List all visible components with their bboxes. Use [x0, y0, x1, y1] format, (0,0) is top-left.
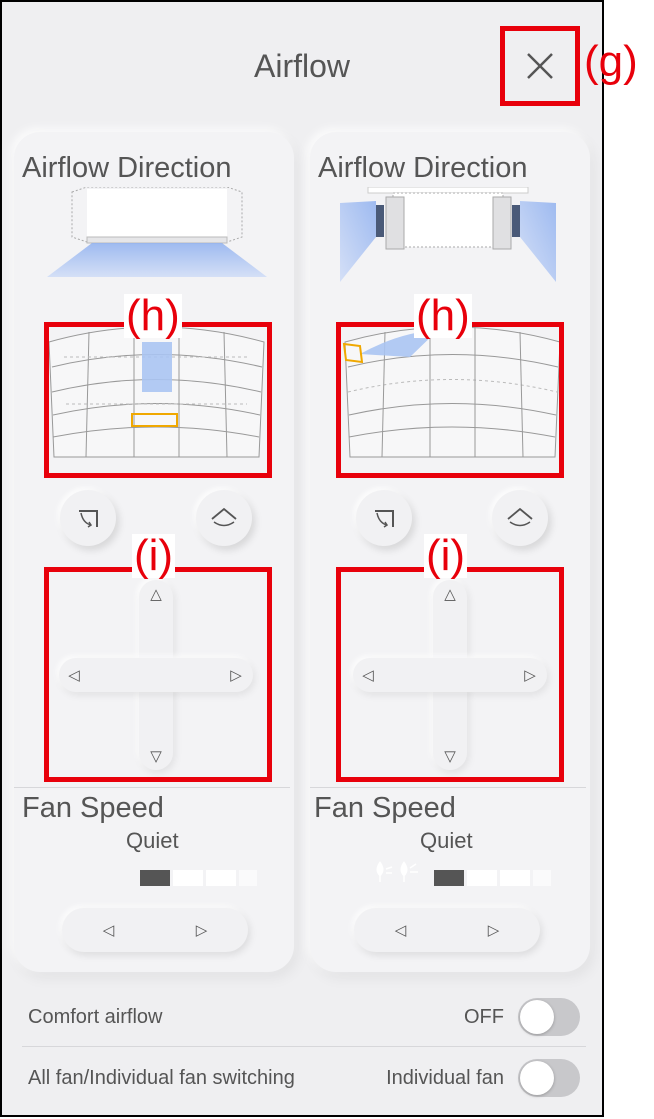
fan-switching-row: All fan/Individual fan switching Individ… — [28, 1058, 580, 1098]
callout-i-left: (i) — [132, 531, 176, 580]
fan-speed-level — [434, 870, 551, 886]
fan-speed-decrease-button[interactable]: ◁ — [62, 908, 155, 952]
divider — [22, 1046, 586, 1047]
louver-highlight-right — [336, 322, 564, 478]
fan-speed-stepper: ◁ ▷ — [62, 908, 248, 952]
louver-highlight-left — [44, 322, 272, 478]
swing-horizontal-icon — [211, 507, 237, 527]
fan-switching-status: Individual fan — [386, 1066, 504, 1089]
fan-speed-increase-button[interactable]: ▷ — [155, 908, 248, 952]
divider — [310, 787, 586, 788]
swing-vertical-button[interactable] — [60, 490, 116, 546]
dpad-highlight-right — [336, 567, 564, 782]
close-icon — [527, 53, 553, 79]
fan-speed-value: Quiet — [420, 828, 473, 853]
swing-vertical-icon — [375, 510, 394, 528]
callout-i-right: (i) — [424, 531, 468, 580]
comfort-airflow-row: Comfort airflow OFF — [28, 997, 580, 1037]
ceiling-unit-illustration — [340, 187, 556, 282]
close-button[interactable] — [500, 26, 580, 106]
comfort-airflow-toggle[interactable] — [518, 998, 580, 1036]
comfort-airflow-status: OFF — [464, 1005, 504, 1028]
fan-switching-toggle[interactable] — [518, 1059, 580, 1097]
fan-speed-label: Fan Speed — [314, 792, 456, 824]
fan-speed-label: Fan Speed — [22, 792, 164, 824]
fan-switching-label: All fan/Individual fan switching — [28, 1066, 295, 1089]
swing-horizontal-button[interactable] — [196, 490, 252, 546]
swing-vertical-icon — [79, 510, 98, 528]
divider — [14, 787, 290, 788]
fan-speed-level — [140, 870, 257, 886]
callout-h-left: (h) — [124, 291, 182, 340]
ac-unit-illustration — [47, 187, 267, 277]
fan-speed-stepper: ◁ ▷ — [354, 908, 540, 952]
dpad-highlight-left — [44, 567, 272, 782]
swing-horizontal-icon — [507, 507, 533, 527]
callout-h-right: (h) — [414, 291, 472, 340]
swing-vertical-button[interactable] — [356, 490, 412, 546]
fan-speed-value: Quiet — [126, 828, 179, 853]
airflow-dialog: Airflow Airflow Direction △ ▽ ◁ ▷ Fan Sp… — [0, 0, 604, 1117]
comfort-airflow-label: Comfort airflow — [28, 1005, 163, 1028]
swing-horizontal-button[interactable] — [492, 490, 548, 546]
fan-speed-decrease-button[interactable]: ◁ — [354, 908, 447, 952]
airflow-direction-title: Airflow Direction — [22, 152, 232, 184]
fan-speed-increase-button[interactable]: ▷ — [447, 908, 540, 952]
airflow-direction-title: Airflow Direction — [318, 152, 528, 184]
callout-g: (g) — [584, 37, 638, 86]
quiet-leaf-icon — [376, 861, 418, 882]
